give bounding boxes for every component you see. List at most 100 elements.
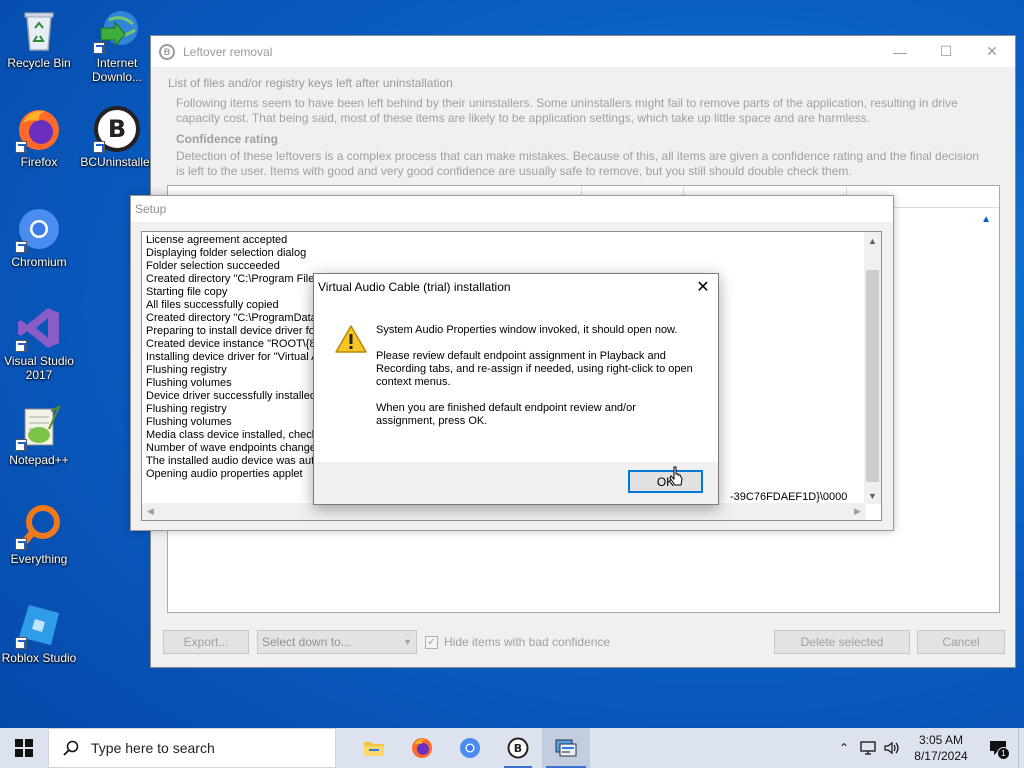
log-line: Created directory "C:\Program Files <box>146 273 320 285</box>
leftover-info-group: List of files and/or registry keys left … <box>160 76 982 186</box>
close-icon[interactable]: ✕ <box>969 36 1015 67</box>
log-line: Created directory "C:\ProgramData <box>146 312 317 324</box>
bcuninstaller-icon: B <box>159 43 175 60</box>
firefox-icon <box>412 738 432 758</box>
notepadpp-icon <box>15 403 63 451</box>
log-line: Created device instance "ROOT\{8 <box>146 338 316 350</box>
taskbar-file-explorer[interactable] <box>350 728 398 768</box>
network-icon[interactable] <box>856 741 880 755</box>
log-line: Media class device installed, checkin <box>146 429 326 441</box>
bcuninstaller-icon: B <box>93 105 141 153</box>
shortcut-arrow-icon <box>15 241 27 253</box>
desktop-icon-bcuninstaller[interactable]: B BCUninstaller <box>79 105 155 169</box>
windows-logo-icon <box>15 739 33 757</box>
vertical-scrollbar[interactable]: ▲ ▼ <box>864 232 881 504</box>
horizontal-scrollbar[interactable]: ◀ ▶ <box>142 503 866 520</box>
desktop-icon-label: Notepad++ <box>9 453 69 467</box>
log-lines: License agreement accepted Displaying fol… <box>146 234 326 481</box>
volume-icon[interactable] <box>880 741 904 755</box>
vac-installation-dialog: Virtual Audio Cable (trial) installation… <box>313 273 719 505</box>
taskbar-setup[interactable] <box>542 728 590 768</box>
search-icon <box>63 740 79 756</box>
start-button[interactable] <box>0 728 48 768</box>
log-line: Folder selection succeeded <box>146 260 280 272</box>
ok-button[interactable]: OK <box>628 470 703 493</box>
export-button[interactable]: Export... <box>163 630 249 654</box>
select-down-to-dropdown[interactable]: Select down to... ▼ <box>257 630 417 654</box>
log-line: Device driver successfully installed <box>146 390 316 402</box>
log-line: Flushing registry <box>146 364 227 376</box>
log-line: License agreement accepted <box>146 234 288 246</box>
collapse-arrow-icon[interactable]: ▲ <box>981 214 991 225</box>
chevron-up-icon[interactable]: ⌃ <box>832 741 856 755</box>
desktop-icon-everything[interactable]: Everything <box>1 502 77 566</box>
confidence-heading: Confidence rating <box>176 132 279 146</box>
clock-time: 3:05 AM <box>918 733 964 747</box>
desktop-icon-firefox[interactable]: Firefox <box>1 105 77 169</box>
dialog-message: System Audio Properties window invoked, … <box>376 324 696 441</box>
desktop-icon-visual-studio[interactable]: Visual Studio 2017 <box>1 304 77 382</box>
taskbar-bcuninstaller[interactable]: B <box>494 728 542 768</box>
setup-app-icon <box>555 739 577 757</box>
dialog-title: Virtual Audio Cable (trial) installation <box>318 280 511 294</box>
everything-icon <box>15 502 63 550</box>
hide-bad-confidence-checkbox[interactable]: ✓ Hide items with bad confidence <box>425 635 610 649</box>
cancel-button[interactable]: Cancel <box>917 630 1005 654</box>
desktop-icon-label: Roblox Studio <box>1 651 77 665</box>
desktop-icon-roblox-studio[interactable]: Roblox Studio <box>1 601 77 665</box>
delete-selected-button[interactable]: Delete selected <box>774 630 910 654</box>
scroll-thumb[interactable] <box>866 270 879 482</box>
log-line: Opening audio properties applet <box>146 468 303 480</box>
log-line: Starting file copy <box>146 286 228 298</box>
maximize-icon[interactable]: ☐ <box>923 36 969 67</box>
setup-titlebar[interactable]: Setup <box>131 196 893 222</box>
taskbar-clock[interactable]: 3:05 AM 8/17/2024 <box>904 732 978 764</box>
clock-date: 8/17/2024 <box>914 749 968 763</box>
scroll-left-icon[interactable]: ◀ <box>142 503 159 520</box>
window-titlebar[interactable]: B Leftover removal — ☐ ✕ <box>151 36 1015 67</box>
dialog-titlebar[interactable]: Virtual Audio Cable (trial) installation… <box>314 274 718 300</box>
taskbar-search-box[interactable]: Type here to search <box>48 728 336 768</box>
shortcut-arrow-icon <box>15 141 27 153</box>
scroll-right-icon[interactable]: ▶ <box>849 503 866 520</box>
desktop-icon-internet-download-manager[interactable]: Internet Downlo... <box>79 6 155 84</box>
roblox-studio-icon <box>15 601 63 649</box>
notification-center-button[interactable]: 1 <box>978 728 1018 768</box>
mouse-cursor-icon <box>669 466 683 488</box>
log-line: Number of wave endpoints change <box>146 442 316 454</box>
desktop-icon-label: Firefox <box>20 155 58 169</box>
show-desktop-button[interactable] <box>1018 728 1024 768</box>
shortcut-arrow-icon <box>15 340 27 352</box>
log-line: Flushing registry <box>146 403 227 415</box>
desktop-icon-recycle-bin[interactable]: Recycle Bin <box>1 6 77 70</box>
warning-icon <box>334 324 368 354</box>
taskbar-chromium[interactable] <box>446 728 494 768</box>
dialog-paragraph: When you are finished default endpoint r… <box>376 402 636 427</box>
intro-text: Following items seem to have been left b… <box>176 96 958 125</box>
chevron-down-icon: ▼ <box>403 637 412 647</box>
desktop-icon-notepadpp[interactable]: Notepad++ <box>1 403 77 467</box>
log-line: Installing device driver for "Virtual A <box>146 351 319 363</box>
shortcut-arrow-icon <box>93 42 105 54</box>
log-line: All files successfully copied <box>146 299 279 311</box>
recycle-bin-icon <box>15 6 63 54</box>
log-line: Preparing to install device driver fo <box>146 325 315 337</box>
desktop-icon-label: Chromium <box>11 255 67 269</box>
scroll-up-icon[interactable]: ▲ <box>864 232 881 249</box>
close-icon[interactable]: ✕ <box>688 274 718 300</box>
bottom-toolbar: Export... Select down to... ▼ ✓ Hide ite… <box>163 630 1008 656</box>
scroll-down-icon[interactable]: ▼ <box>864 487 881 504</box>
shortcut-arrow-icon <box>93 141 105 153</box>
log-line: Flushing volumes <box>146 377 232 389</box>
confidence-text: Detection of these leftovers is a comple… <box>176 149 980 178</box>
shortcut-arrow-icon <box>15 637 27 649</box>
log-line: The installed audio device was auto <box>146 455 321 467</box>
bcuninstaller-icon: B <box>507 737 529 759</box>
checkbox-label: Hide items with bad confidence <box>444 635 611 649</box>
minimize-icon[interactable]: — <box>877 36 923 67</box>
desktop-icon-label: Recycle Bin <box>7 56 71 70</box>
desktop-icon-chromium[interactable]: Chromium <box>1 205 77 269</box>
taskbar-firefox[interactable] <box>398 728 446 768</box>
firefox-icon <box>15 105 63 153</box>
file-explorer-icon <box>364 742 384 756</box>
